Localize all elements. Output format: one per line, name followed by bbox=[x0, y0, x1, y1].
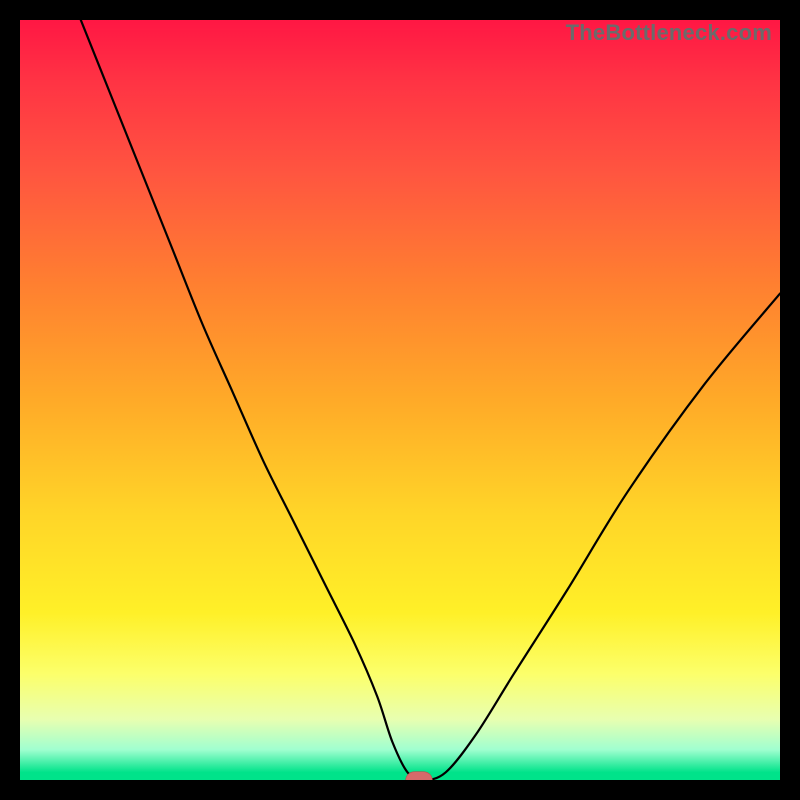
optimal-marker bbox=[406, 772, 433, 780]
curve-svg bbox=[20, 20, 780, 780]
chart-frame: TheBottleneck.com bbox=[0, 0, 800, 800]
plot-area: TheBottleneck.com bbox=[20, 20, 780, 780]
bottleneck-curve-path bbox=[81, 20, 780, 780]
